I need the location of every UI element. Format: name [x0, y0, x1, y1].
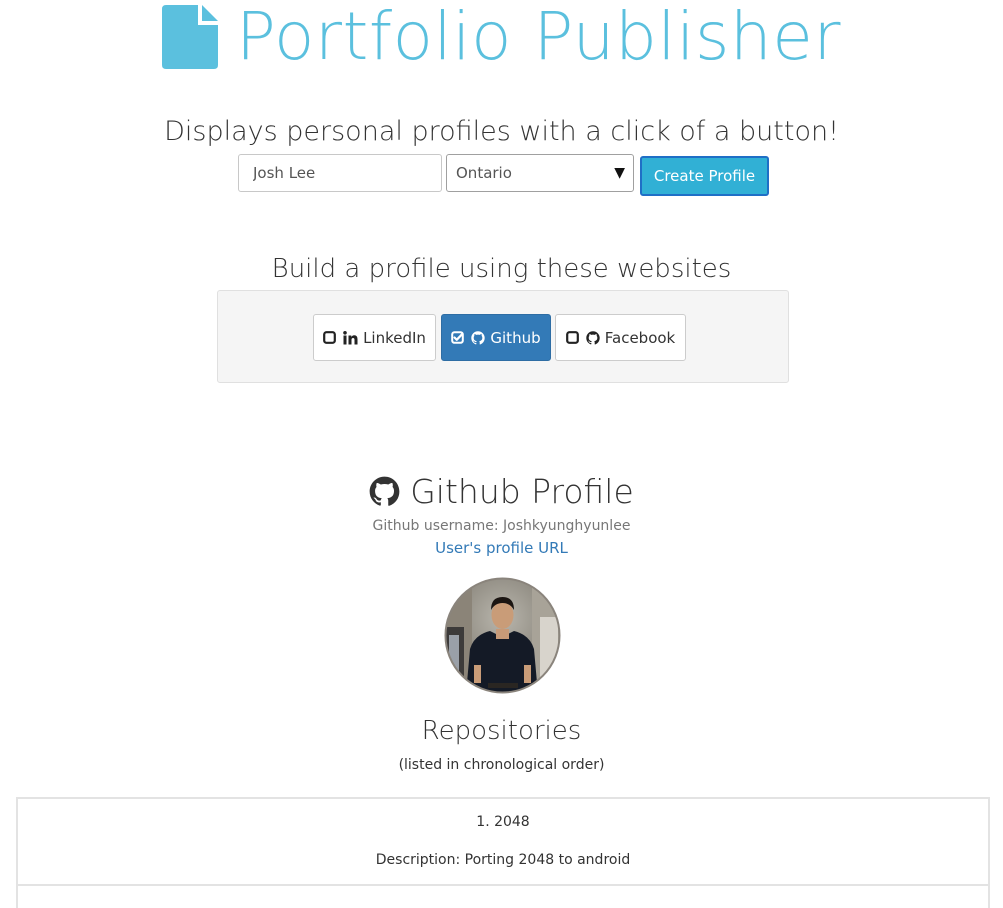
linkedin-icon — [343, 330, 358, 344]
file-icon — [162, 5, 218, 69]
github-profile-heading: Github Profile — [0, 472, 1003, 511]
source-toggle-facebook[interactable]: Facebook — [555, 314, 686, 361]
repository-description: Description: Porting 2048 to android — [375, 852, 631, 868]
sources-panel: LinkedIn Github Facebook — [217, 290, 789, 383]
profile-form: Ontario ▼ Create Profile — [238, 154, 769, 196]
avatar — [444, 577, 561, 694]
create-profile-button[interactable]: Create Profile — [640, 156, 769, 196]
source-label-linkedin: LinkedIn — [363, 328, 426, 347]
province-selected-value: Ontario — [456, 164, 512, 182]
source-label-facebook: Facebook — [604, 328, 676, 347]
repository-name: 1. 2048 — [476, 814, 530, 830]
app-header: Portfolio Publisher — [0, 0, 1003, 75]
repositories-subheading: (listed in chronological order) — [398, 757, 605, 773]
github-profile-title: Github Profile — [410, 472, 634, 511]
checkbox-unchecked-icon — [323, 331, 336, 344]
app-title: Portfolio Publisher — [236, 0, 841, 75]
checkbox-unchecked-icon — [565, 331, 579, 344]
source-toggle-github[interactable]: Github — [441, 314, 551, 361]
source-label-github: Github — [490, 328, 541, 347]
repository-card: 1. 2048 Description: Porting 2048 to and… — [16, 797, 990, 887]
source-toggle-linkedin[interactable]: LinkedIn — [313, 314, 436, 361]
province-select[interactable]: Ontario ▼ — [446, 154, 634, 192]
checkbox-checked-icon — [451, 331, 465, 344]
sources-heading: Build a profile using these websites — [271, 254, 732, 284]
github-username: Github username: Joshkyunghyunlee — [372, 518, 631, 534]
page: Portfolio Publisher Displays personal pr… — [0, 0, 1003, 908]
github-icon — [369, 476, 400, 506]
name-input[interactable] — [238, 154, 442, 192]
github-icon — [586, 330, 600, 344]
repositories-heading: Repositories — [421, 716, 582, 746]
github-icon — [471, 330, 486, 344]
tagline: Displays personal profiles with a click … — [164, 116, 839, 147]
profile-url-link[interactable]: User's profile URL — [0, 539, 1003, 557]
repository-card — [16, 884, 990, 908]
caret-down-icon: ▼ — [614, 165, 625, 181]
